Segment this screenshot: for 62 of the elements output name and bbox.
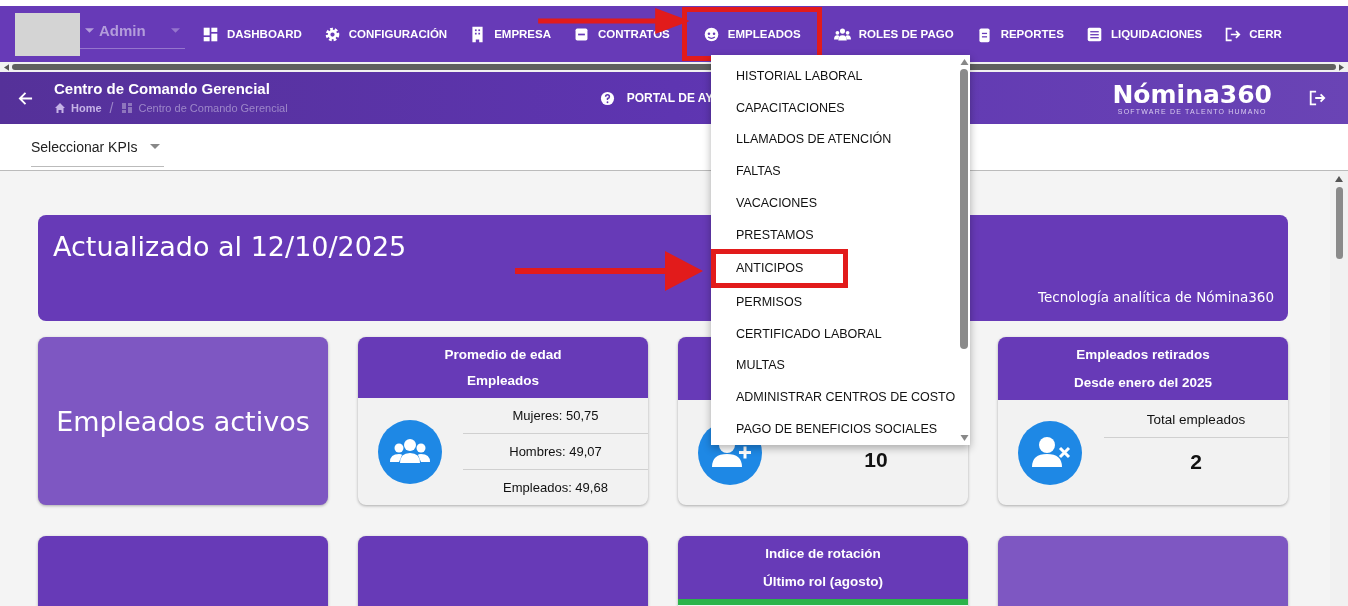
avatar-placeholder xyxy=(15,12,80,56)
card-title: Empleados activos xyxy=(56,405,310,437)
stat-row: Hombres: 49,07 xyxy=(463,434,648,470)
banner-subtitle: Tecnología analítica de Nómina360 xyxy=(1037,289,1274,305)
list-icon xyxy=(1085,25,1103,43)
menu-item[interactable]: PRESTAMOS xyxy=(711,218,958,251)
menu-item[interactable]: HISTORIAL LABORAL xyxy=(711,60,958,92)
nav-item[interactable]: ROLES DE PAGO xyxy=(822,10,965,58)
menu-item[interactable]: VACACIONES xyxy=(711,187,958,219)
menu-item[interactable]: PERMISOS xyxy=(711,286,958,318)
settings-icon xyxy=(323,25,341,43)
scroll-left-icon[interactable] xyxy=(4,63,9,71)
menu-item[interactable]: LLAMADOS DE ATENCIÓN xyxy=(711,123,958,156)
nav-item[interactable]: REPORTES xyxy=(964,10,1075,58)
caret-icon xyxy=(149,144,160,149)
scroll-up-icon[interactable] xyxy=(1335,176,1343,182)
page-title: Centro de Comando Gerencial xyxy=(54,80,271,97)
kpi-select[interactable]: Seleccionar KPIs xyxy=(31,127,164,167)
logo-text: Nómina360 xyxy=(1112,81,1272,108)
face-icon xyxy=(702,25,720,43)
nav-item[interactable]: CERR xyxy=(1213,10,1293,58)
count-label: Total empleados xyxy=(1104,400,1288,438)
card-heading: Desde enero del 2025 xyxy=(1073,374,1213,390)
scrollbar-thumb[interactable] xyxy=(1335,187,1343,259)
menu-item[interactable]: CAPACITACIONES xyxy=(711,91,958,124)
stat-row-text: Empleados: 49,68 xyxy=(502,479,609,497)
home-icon xyxy=(54,102,66,114)
back-icon[interactable] xyxy=(18,90,33,106)
help-icon xyxy=(599,90,615,106)
breadcrumb-separator: / xyxy=(109,100,114,116)
scrollbar-thumb[interactable] xyxy=(960,69,968,349)
card-heading: Indice de rotación xyxy=(765,546,881,562)
logout-icon xyxy=(1224,25,1242,43)
banner-title: Actualizado al 12/10/2025 xyxy=(53,231,407,262)
logout-icon[interactable] xyxy=(1308,89,1326,107)
card-heading: Promedio de edad xyxy=(444,346,562,362)
caret-icon xyxy=(85,28,94,33)
menu-item[interactable]: CERTIFICADO LABORAL xyxy=(711,317,958,350)
dashboard-icon xyxy=(121,102,134,114)
nav-item[interactable]: CONFIGURACIÓN xyxy=(312,10,459,58)
breadcrumb-link[interactable]: Home xyxy=(71,102,102,114)
card-heading: Último rol (agosto) xyxy=(763,573,883,589)
person-remove-icon xyxy=(1018,420,1082,485)
dashboard-icon xyxy=(202,25,219,43)
caret-icon xyxy=(171,28,180,33)
menu-item[interactable]: MULTAS xyxy=(711,349,958,382)
count-value: 10 xyxy=(864,448,888,472)
menu-item[interactable]: FALTAS xyxy=(711,155,958,188)
scroll-right-icon[interactable] xyxy=(1339,63,1344,71)
menu-item[interactable]: ADMINISTRAR CENTROS DE COSTO xyxy=(711,381,958,414)
count-value: 2 xyxy=(1190,450,1202,474)
menu-item[interactable]: ANTICIPOS xyxy=(713,250,846,286)
card-heading: Empleados xyxy=(467,373,539,389)
card-heading: Empleados retirados xyxy=(1076,347,1210,363)
stat-row: Mujeres: 50,75 xyxy=(463,398,648,434)
menu-item[interactable]: PAGO DE BENEFICIOS SOCIALES xyxy=(711,413,958,445)
nav-item[interactable]: LIQUIDACIONES xyxy=(1074,10,1214,58)
nav-item[interactable]: EMPRESA xyxy=(458,10,562,58)
nav-item[interactable]: EMPLEADOS xyxy=(684,10,819,58)
scroll-down-icon[interactable] xyxy=(959,435,969,441)
people-icon xyxy=(378,419,442,484)
nav-item[interactable]: DASHBOARD xyxy=(191,10,313,58)
